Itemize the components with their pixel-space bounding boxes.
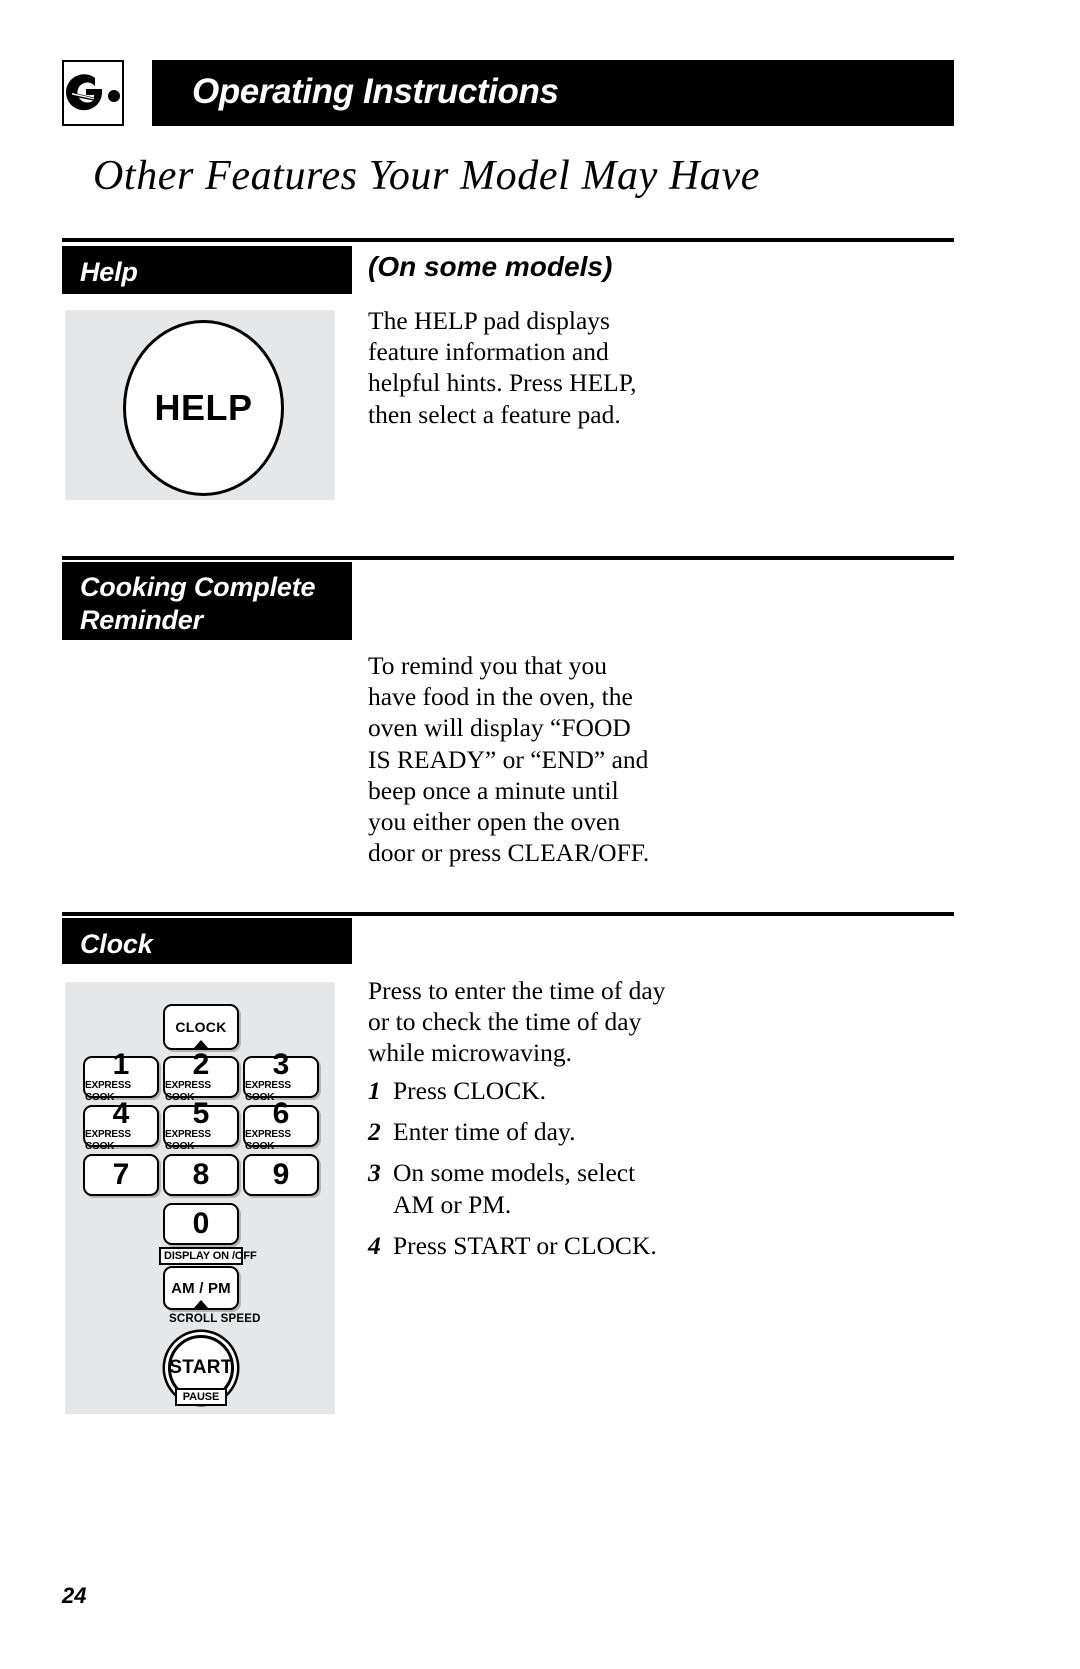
keypad-key-4-digit: 4 (112, 1096, 130, 1130)
page-header: Operating Instructions (62, 60, 954, 126)
clock-body-text: Press to enter the time of day or to che… (368, 976, 666, 1068)
clock-step-1: 1 Press CLOCK. (368, 1075, 668, 1106)
keypad-key-6-sublabel: EXPRESS COOK (245, 1128, 291, 1152)
keypad-key-5-digit: 5 (192, 1096, 210, 1130)
clock-step-4-number: 4 (368, 1230, 381, 1260)
header-banner-title: Operating Instructions (192, 72, 559, 112)
section-rule-help (62, 238, 954, 242)
clock-step-3: 3 On some models, select AM or PM. (368, 1157, 668, 1219)
clock-step-4-text: Press START or CLOCK. (393, 1230, 657, 1260)
section-rule-cooking-complete (62, 556, 954, 560)
keypad-display-on-off-tag: DISPLAY ON /OFF (159, 1247, 257, 1265)
keypad-key-1[interactable]: 1 EXPRESS COOK (83, 1049, 159, 1103)
section-label-cooking-complete: Cooking Complete Reminder (62, 562, 352, 640)
keypad-am-pm-arrow-icon (193, 1300, 209, 1309)
keypad-key-5-sublabel: EXPRESS COOK (165, 1128, 211, 1152)
keypad-key-2[interactable]: 2 EXPRESS COOK (163, 1049, 239, 1103)
help-subhead: (On some models) (368, 251, 613, 282)
section-label-help: Help (62, 246, 352, 294)
clock-steps-list: 1 Press CLOCK. 2 Enter time of day. 3 On… (368, 1075, 668, 1271)
page-title: Other Features Your Model May Have (93, 153, 761, 199)
section-rule-clock (62, 912, 954, 916)
clock-step-3-text: On some models, select AM or PM. (393, 1158, 636, 1219)
clock-step-3-number: 3 (368, 1158, 381, 1188)
help-pad-graphic: HELP (123, 320, 284, 496)
keypad-pause-tag: PAUSE (175, 1388, 227, 1406)
keypad-key-8[interactable]: 8 (163, 1154, 239, 1196)
keypad-key-6-digit: 6 (272, 1096, 290, 1130)
help-body-text: The HELP pad displays feature informatio… (368, 306, 637, 429)
ge-monogram-icon (62, 60, 124, 126)
keypad-key-5[interactable]: 5 EXPRESS COOK (163, 1098, 239, 1152)
keypad-key-9-digit: 9 (272, 1158, 290, 1191)
clock-step-1-number: 1 (368, 1076, 381, 1105)
header-banner: Operating Instructions (152, 60, 954, 126)
cooking-complete-body-text: To remind you that you have food in the … (368, 651, 650, 868)
document-page: Operating Instructions Other Features Yo… (0, 0, 1080, 1669)
clock-step-4: 4 Press START or CLOCK. (368, 1230, 668, 1261)
keypad-key-3[interactable]: 3 EXPRESS COOK (243, 1049, 319, 1103)
help-pad-label: HELP (154, 387, 253, 428)
keypad-key-7[interactable]: 7 (83, 1154, 159, 1196)
section-label-line-1: Cooking Complete (80, 572, 316, 602)
section-label-clock: Clock (62, 918, 352, 964)
keypad-key-4[interactable]: 4 EXPRESS COOK (83, 1098, 159, 1152)
keypad-key-1-digit: 1 (112, 1047, 130, 1081)
keypad-key-am-pm-label: AM / PM (171, 1279, 231, 1297)
keypad-key-7-digit: 7 (112, 1158, 130, 1191)
clock-step-1-text: Press CLOCK. (393, 1076, 547, 1105)
section-label-line-2: Reminder (80, 605, 203, 635)
keypad-scroll-speed-tag: SCROLL SPEED (169, 1313, 261, 1325)
keypad-key-0[interactable]: 0 (163, 1203, 239, 1245)
clock-step-2: 2 Enter time of day. (368, 1116, 668, 1147)
keypad-key-start-label: START (169, 1357, 233, 1378)
clock-step-2-text: Enter time of day. (393, 1117, 576, 1147)
clock-keypad-panel: CLOCK 1 EXPRESS COOK 2 EXPRESS COOK 3 EX… (65, 982, 335, 1414)
keypad-key-8-digit: 8 (192, 1158, 210, 1191)
clock-step-2-number: 2 (368, 1117, 381, 1147)
page-number: 24 (62, 1583, 87, 1608)
keypad-key-6[interactable]: 6 EXPRESS COOK (243, 1098, 319, 1152)
keypad-key-9[interactable]: 9 (243, 1154, 319, 1196)
keypad-key-clock-label: CLOCK (175, 1019, 227, 1035)
keypad-key-2-digit: 2 (192, 1047, 210, 1081)
keypad-key-3-digit: 3 (272, 1047, 290, 1081)
help-artwork-panel: HELP (65, 310, 335, 500)
keypad-key-4-sublabel: EXPRESS COOK (85, 1128, 131, 1152)
keypad-key-0-digit: 0 (192, 1207, 210, 1240)
